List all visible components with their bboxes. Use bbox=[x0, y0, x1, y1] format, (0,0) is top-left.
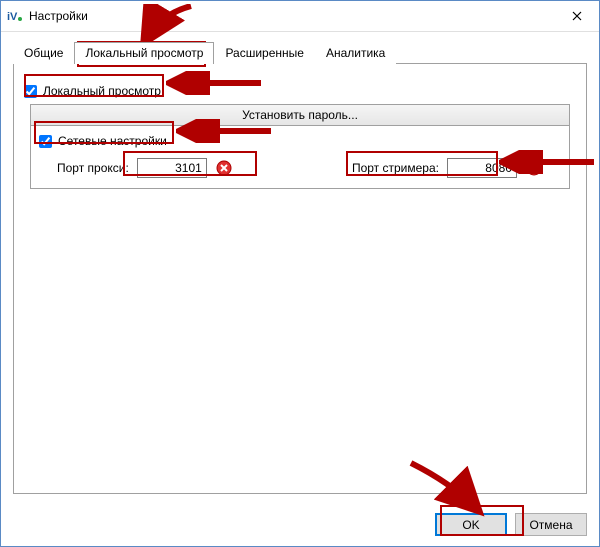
app-icon: iV bbox=[7, 8, 23, 24]
client-area: Общие Локальный просмотр Расширенные Ана… bbox=[1, 31, 599, 506]
local-view-panel: Установить пароль... Сетевые настройки П… bbox=[30, 104, 570, 189]
dialog-buttons: OK Отмена bbox=[435, 513, 587, 536]
svg-text:iV: iV bbox=[7, 11, 18, 23]
tab-general[interactable]: Общие bbox=[13, 42, 74, 64]
network-settings-checkbox-row: Сетевые настройки bbox=[37, 134, 563, 148]
network-settings-checkbox[interactable] bbox=[39, 135, 52, 148]
local-view-label: Локальный просмотр bbox=[43, 84, 161, 98]
tab-local-view[interactable]: Локальный просмотр bbox=[74, 42, 214, 64]
tab-content: Локальный просмотр Установить пароль... … bbox=[13, 64, 587, 494]
local-view-checkbox-row: Локальный просмотр bbox=[22, 84, 578, 98]
streamer-port-label: Порт стримера: bbox=[352, 161, 439, 175]
proxy-port-input[interactable] bbox=[137, 158, 207, 178]
set-password-button[interactable]: Установить пароль... bbox=[31, 105, 569, 126]
close-button[interactable] bbox=[554, 1, 599, 31]
tab-strip: Общие Локальный просмотр Расширенные Ана… bbox=[13, 41, 587, 64]
settings-window: iV Настройки Общие Локальный просмотр Ра… bbox=[0, 0, 600, 547]
tab-analytics[interactable]: Аналитика bbox=[315, 42, 396, 64]
close-icon bbox=[572, 11, 582, 21]
x-circle-icon bbox=[216, 160, 232, 176]
ok-button[interactable]: OK bbox=[435, 513, 507, 536]
window-title: Настройки bbox=[29, 9, 554, 23]
network-settings-label: Сетевые настройки bbox=[58, 134, 167, 148]
tab-advanced[interactable]: Расширенные bbox=[214, 42, 315, 64]
proxy-port-label: Порт прокси: bbox=[57, 161, 129, 175]
reset-proxy-port-button[interactable] bbox=[215, 159, 233, 177]
local-view-checkbox[interactable] bbox=[24, 85, 37, 98]
title-bar: iV Настройки bbox=[1, 1, 599, 32]
x-circle-icon bbox=[526, 160, 542, 176]
cancel-button[interactable]: Отмена bbox=[515, 513, 587, 536]
reset-streamer-port-button[interactable] bbox=[525, 159, 543, 177]
ports-row: Порт прокси: Порт стримера: bbox=[57, 158, 543, 178]
panel-body: Сетевые настройки Порт прокси: Порт стри… bbox=[31, 126, 569, 188]
streamer-port-input[interactable] bbox=[447, 158, 517, 178]
